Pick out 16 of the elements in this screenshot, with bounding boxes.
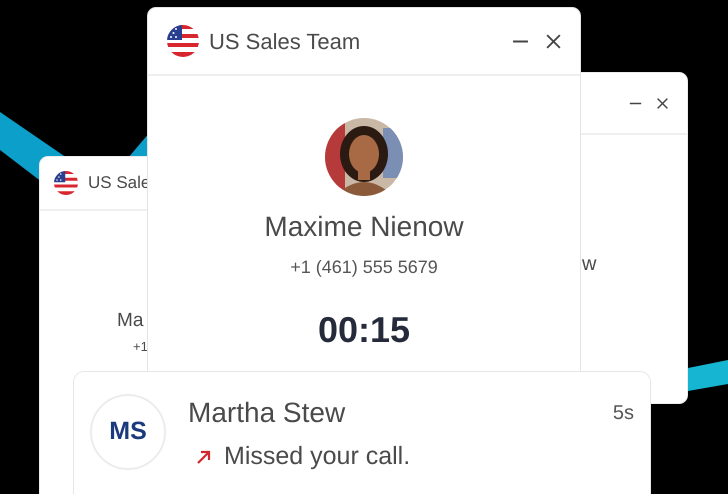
- caller-name: Maxime Nienow: [264, 210, 464, 244]
- close-icon[interactable]: [656, 96, 669, 110]
- caller-name: Ma: [117, 309, 144, 333]
- missed-call-icon: [196, 448, 212, 465]
- contact-name: Martha Stew: [188, 396, 346, 430]
- window-title: US Sales Team: [209, 28, 362, 56]
- close-icon[interactable]: [545, 32, 562, 50]
- message-text: Missed your call.: [224, 441, 410, 472]
- avatar-initials: MS: [90, 394, 166, 470]
- time-ago: 5s: [612, 401, 634, 426]
- caller-name: w: [582, 252, 596, 277]
- flag-icon: [54, 171, 78, 195]
- call-timer: 00:15: [318, 308, 410, 352]
- caller-phone: +1 (461) 555 5679: [290, 256, 438, 279]
- caller-phone: +1: [133, 338, 148, 356]
- flag-icon: [167, 25, 199, 57]
